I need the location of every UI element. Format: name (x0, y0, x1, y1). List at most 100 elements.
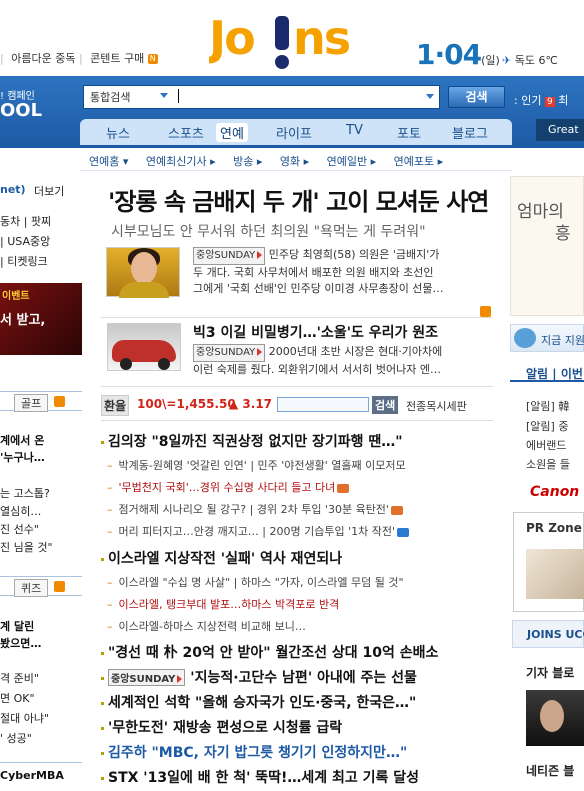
weather-text: 독도 6℃ (514, 54, 558, 67)
joins-ucc-link[interactable]: JOINS UCC (512, 620, 584, 648)
pr-zone-image[interactable] (526, 549, 584, 599)
search-button[interactable]: 검색 (448, 86, 505, 108)
campaign-banner[interactable]: ! 캠페인 OOL (0, 90, 42, 120)
left-quiz-item[interactable]: 격 준비" (0, 670, 39, 686)
reporter-blog-link[interactable]: 기자 블로 (526, 664, 574, 681)
left-golf-item[interactable]: 진 님을 것" (0, 539, 53, 555)
left-quiz-item[interactable]: ' 성공" (0, 730, 32, 746)
top-link-content-purchase[interactable]: 콘텐트 구매 (90, 52, 144, 65)
news-sub-item[interactable]: – '무법천지 국회'…경위 수십명 사다리 들고 다녀 (107, 479, 350, 495)
right-small-banner[interactable]: 지금 지원 (510, 324, 584, 352)
news-headline[interactable]: 김의장 "8일까진 직권상정 없지만 장기파행 땐…" (101, 431, 403, 451)
left-quiz-item[interactable]: 면 OK" (0, 690, 35, 706)
right-ad-banner[interactable]: 엄마의 흥 (510, 176, 584, 316)
tab-sports[interactable]: 스포츠 (168, 123, 204, 142)
left-quiz-item[interactable]: 절대 아냐" (0, 710, 49, 726)
news-sub-item[interactable]: – 이스라엘 "수십 명 사살" | 하마스 "가자, 이스라엘 무덤 될 것" (107, 574, 404, 590)
news-headline[interactable]: 세계적인 석학 "올해 승자국가 인도·중국, 한국은…" (101, 692, 416, 712)
rss-icon[interactable] (480, 306, 491, 317)
cybermba-link[interactable]: CyberMBA (0, 769, 64, 782)
news-headline[interactable]: '무한도전' 재방송 편성으로 시청률 급락 (101, 717, 342, 737)
autocomplete-chevron-icon[interactable] (426, 94, 434, 99)
subnav-ent-latest[interactable]: 연예최신기사 ▸ (146, 155, 216, 168)
tab-tv[interactable]: TV (346, 123, 363, 138)
netizen-blog-link[interactable]: 네티즌 블 (526, 762, 574, 779)
tab-quiz[interactable]: 퀴즈 (14, 579, 49, 597)
subnav-ent-home[interactable]: 연예홈 ▾ (89, 155, 128, 168)
tab-life[interactable]: 라이프 (276, 123, 312, 142)
tab-blog[interactable]: 블로그 (452, 123, 488, 142)
left-ad-text: 서 받고, (0, 313, 46, 328)
left-golf-item[interactable]: 는 고스톱? (0, 485, 50, 501)
right-tabs[interactable]: 알림 | 이번 (510, 360, 584, 382)
rss-icon[interactable] (54, 396, 65, 407)
left-link[interactable]: 동차 | 팟찌 (0, 213, 51, 229)
left-golf-item[interactable]: 계에서 온 (0, 432, 44, 448)
blog-photo[interactable] (526, 690, 584, 746)
right-alert-item[interactable]: [알림] 韓 (526, 398, 569, 414)
popular-label: 인기 (521, 94, 542, 107)
left-quiz-item[interactable]: 봤으면… (0, 635, 41, 651)
chevron-down-icon[interactable] (160, 93, 168, 98)
joins-logo[interactable]: Jo ns (209, 10, 381, 70)
top-link-addiction[interactable]: 아름다운 중독 (11, 52, 75, 65)
left-ad-label: 이벤트 (2, 291, 30, 302)
left-more-link[interactable]: 더보기 (34, 183, 64, 199)
stock-board-link[interactable]: 전종목시세판 (406, 398, 467, 414)
tv-icon (390, 505, 403, 515)
canon-logo[interactable]: Canon (510, 478, 584, 506)
left-golf-item[interactable]: 열심히… (0, 503, 41, 519)
tab-entertainment[interactable]: 연예 (216, 123, 248, 142)
left-link[interactable]: | 티켓링크 (0, 253, 48, 269)
news-headline[interactable]: 이스라엘 지상작전 '실패' 역사 재연되나 (101, 548, 342, 568)
subnav-ent-general[interactable]: 연예일반 ▸ (327, 155, 377, 168)
bullet-icon (101, 776, 104, 780)
tab-golf[interactable]: 골프 (14, 394, 49, 412)
story1-photo[interactable] (106, 247, 180, 298)
search-category-select[interactable]: 통합검색 (90, 89, 130, 105)
exchange-value: 100\=1,455.50 (137, 397, 236, 411)
exchange-label: 환율 (101, 395, 130, 416)
sunday-badge[interactable]: 중앙SUNDAY (193, 344, 266, 362)
weather-widget[interactable]: ✈ 독도 6℃ (502, 52, 558, 68)
popular-keywords[interactable]: : 인기 9 최 (514, 92, 568, 108)
news-sub-item[interactable]: – 점거해제 시나리오 될 강구? | 경위 2차 투입 '30분 육탄전' (107, 501, 403, 517)
news-headline[interactable]: 김주하 "MBC, 자기 밥그릇 챙기기 인정하지만…" (101, 742, 407, 762)
left-ad-banner[interactable]: 이벤트 서 받고, (0, 283, 82, 355)
subnav-movie[interactable]: 영화 ▸ (280, 155, 309, 168)
news-headline[interactable]: "경선 때 朴 20억 안 받아" 월간조선 상대 10억 손배소 (101, 642, 438, 662)
video-icon (397, 527, 410, 537)
right-alert-item[interactable]: [알림] 중 (526, 418, 568, 434)
date-weekday: (일) (481, 54, 500, 67)
stock-search-input[interactable] (277, 397, 369, 412)
subnav-broadcast[interactable]: 방송 ▸ (233, 155, 262, 168)
great-link[interactable]: Great (536, 119, 584, 141)
tab-photo[interactable]: 포토 (397, 123, 421, 142)
story2-title[interactable]: 빅3 이길 비밀병기…'소울'도 우리가 원조 (193, 322, 438, 342)
news-headline[interactable]: STX '13일에 배 한 척' 뚝딱!…세계 최고 기록 달성 (101, 767, 419, 787)
sunday-badge[interactable]: 중앙SUNDAY (108, 669, 186, 686)
sunday-badge[interactable]: 중앙SUNDAY (193, 247, 266, 265)
news-sub-item[interactable]: – 이스라엘-하마스 지상전력 비교해 보니… (107, 618, 306, 634)
news-sub-item[interactable]: – 박계동-원혜영 '엇갈린 인연' | 민주 '야전생활' 열흘째 이모저모 (107, 457, 406, 473)
search-input[interactable] (83, 85, 440, 109)
left-golf-item[interactable]: '누구나… (0, 449, 45, 465)
news-headline[interactable]: 중앙SUNDAY '지능적·고단수 남편' 아내에 주는 선물 (101, 667, 417, 687)
tab-news[interactable]: 뉴스 (106, 123, 130, 142)
stock-search-button[interactable]: 검색 (372, 396, 399, 414)
news-sub-item[interactable]: – 머리 피터지고…안경 깨지고… | 200명 기습투입 '1차 작전' (107, 523, 410, 539)
main-subhead: 시부모님도 안 무서워 하던 최의원 "욕먹는 게 두려워" (111, 224, 426, 240)
weather-icon: ✈ (502, 54, 512, 67)
main-headline[interactable]: '장롱 속 금배지 두 개' 고이 모셔둔 사연 (108, 182, 489, 217)
left-quiz-item[interactable]: 계 달린 (0, 618, 34, 634)
news-sub-item[interactable]: – 이스라엘, 탱크부대 발포…하마스 박격포로 반격 (107, 596, 339, 612)
right-alert-item[interactable]: 소원을 들 (526, 456, 570, 472)
left-link[interactable]: | USA중앙 (0, 233, 50, 249)
left-golf-item[interactable]: 진 선수" (0, 521, 39, 537)
right-alert-item[interactable]: 에버랜드 (526, 437, 566, 453)
rss-icon[interactable] (54, 581, 65, 592)
divider (101, 317, 493, 318)
subnav-ent-photo[interactable]: 연예포토 ▸ (394, 155, 444, 168)
story2-photo[interactable] (107, 323, 181, 371)
date-day: 1·04 (416, 38, 482, 71)
